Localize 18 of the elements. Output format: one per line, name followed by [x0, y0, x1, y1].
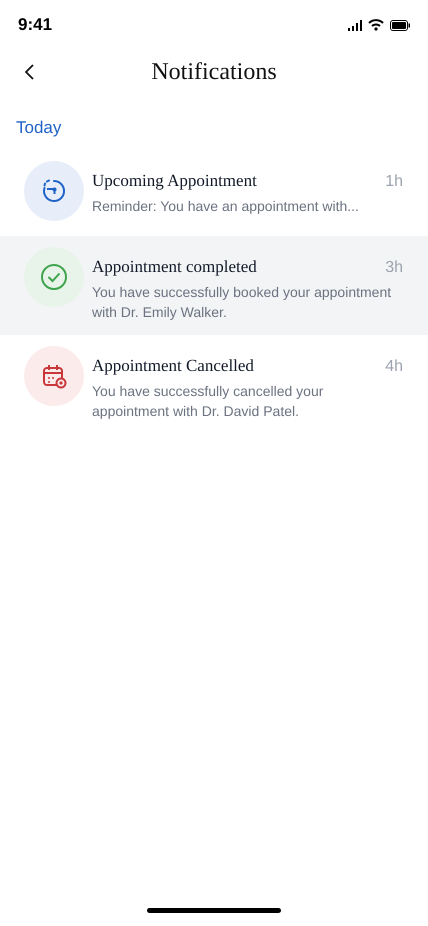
status-time: 9:41	[18, 14, 52, 36]
notification-message: You have successfully booked your appointment with Dr. Emily Walker.	[92, 283, 392, 322]
notification-time: 4h	[385, 357, 403, 377]
notification-message: Reminder: You have an appointment with...	[92, 197, 360, 216]
notification-title: Appointment Cancelled	[92, 355, 254, 377]
notification-message: You have successfully cancelled your appointment with Dr. David Patel.	[92, 382, 324, 421]
check-circle-icon	[38, 261, 70, 293]
wifi-icon	[368, 19, 384, 31]
notification-title: Appointment completed	[92, 256, 257, 278]
signal-icon	[348, 20, 362, 30]
notification-time: 3h	[385, 258, 403, 278]
notification-item[interactable]: Appointment completed 3h You have successfully booked your appointment with Dr. Emily Walker.	[0, 236, 428, 335]
battery-icon	[390, 20, 410, 30]
notification-title: Upcoming Appointment	[92, 170, 257, 192]
back-icon	[24, 64, 34, 80]
section-heading: Today	[16, 117, 62, 139]
page-title: Notifications	[151, 58, 277, 87]
notification-time: 1h	[385, 172, 403, 192]
